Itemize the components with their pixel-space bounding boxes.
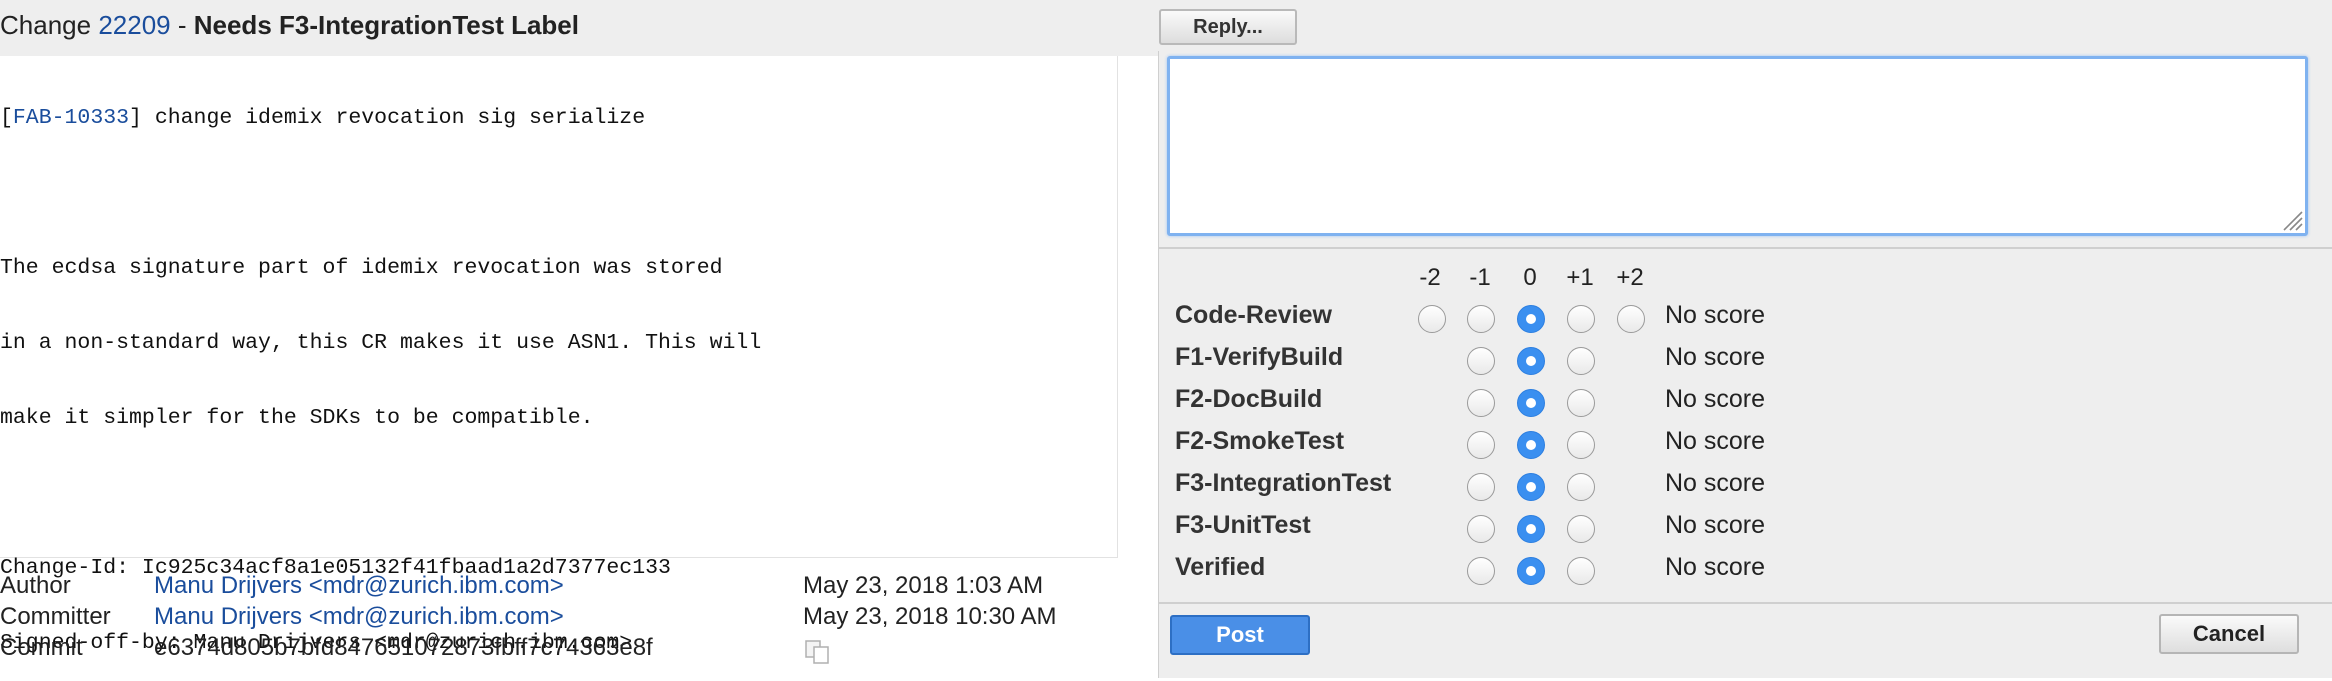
committer-row: Committer Manu Drijvers <mdr@zurich.ibm.… [0,603,1160,634]
commit-message-line [0,481,1117,506]
change-header: Change 22209 - Needs F3-IntegrationTest … [0,0,2332,56]
divider [1159,602,2332,604]
label-name: F3-IntegrationTest [1175,469,1392,497]
commit-label: Commit [0,634,83,661]
score-text: No score [1665,343,1766,371]
score-header-plus-2: +2 [1616,264,1644,291]
score-radio-zero[interactable] [1517,515,1545,543]
label-name: F2-SmokeTest [1175,427,1345,455]
committer-label: Committer [0,603,111,630]
change-status: Needs F3-IntegrationTest Label [193,10,579,40]
committer-link[interactable]: Manu Drijvers <mdr@zurich.ibm.com> [154,603,564,631]
bracket-open: [ [0,106,13,130]
score-radio-plus-1[interactable] [1567,431,1595,459]
label-name: F1-VerifyBuild [1175,343,1344,371]
author-date: May 23, 2018 1:03 AM [803,572,1044,599]
score-radio-minus-1[interactable] [1467,389,1495,417]
score-radio-plus-1[interactable] [1567,305,1595,333]
commit-row: Commit e6374d805b7bfd847651072873fbff7c7… [0,634,1160,665]
label-row: F1-VerifyBuild No score [1159,343,2332,385]
label-row: F3-IntegrationTest No score [1159,469,2332,511]
label-row: Code-Review No score [1159,301,2332,343]
score-radio-minus-1[interactable] [1467,515,1495,543]
score-radio-zero[interactable] [1517,347,1545,375]
commit-message-line: The ecdsa signature part of idemix revoc… [0,256,723,280]
score-radio-zero[interactable] [1517,473,1545,501]
post-button[interactable]: Post [1170,615,1310,655]
score-header-minus-1: -1 [1469,264,1491,291]
score-radio-minus-1[interactable] [1467,557,1495,585]
score-header-zero: 0 [1523,264,1537,291]
committer-date: May 23, 2018 10:30 AM [803,603,1057,630]
score-radio-zero[interactable] [1517,431,1545,459]
reply-popup: -2 -1 0 +1 +2 Code-Review No score F1-Veri… [1158,51,2332,678]
label-row: F2-SmokeTest No score [1159,427,2332,469]
score-radio-minus-1[interactable] [1467,473,1495,501]
score-radio-zero[interactable] [1517,305,1545,333]
score-header-plus-1: +1 [1566,264,1594,291]
divider [1159,247,2332,249]
change-number-link[interactable]: 22209 [98,10,170,40]
bug-link[interactable]: FAB-10333 [13,106,129,130]
commit-subject: ] change idemix revocation sig serialize [129,106,646,130]
page-title: Change 22209 - Needs F3-IntegrationTest … [0,10,579,40]
score-radio-plus-1[interactable] [1567,473,1595,501]
label-row: F2-DocBuild No score [1159,385,2332,427]
score-text: No score [1665,511,1766,539]
title-separator: - [170,10,194,40]
label-row: F3-UnitTest No score [1159,511,2332,553]
score-radio-minus-1[interactable] [1467,431,1495,459]
score-radio-plus-1[interactable] [1567,515,1595,543]
commit-message-line: make it simpler for the SDKs to be compa… [0,406,594,430]
label-name: Code-Review [1175,301,1332,329]
score-text: No score [1665,469,1766,497]
score-text: No score [1665,553,1766,581]
score-text: No score [1665,301,1766,329]
change-prefix: Change [0,10,99,40]
score-radio-minus-1[interactable] [1467,305,1495,333]
score-radio-plus-1[interactable] [1567,389,1595,417]
author-link[interactable]: Manu Drijvers <mdr@zurich.ibm.com> [154,572,564,600]
author-label: Author [0,572,71,599]
score-radio-plus-1[interactable] [1567,347,1595,375]
reply-message-input[interactable] [1167,56,2308,236]
score-radio-plus-2[interactable] [1617,305,1645,333]
commit-message-line [0,181,1117,206]
score-text: No score [1665,385,1766,413]
cancel-button[interactable]: Cancel [2159,614,2299,654]
label-name: F2-DocBuild [1175,385,1323,413]
score-header-minus-2: -2 [1419,264,1441,291]
reply-button[interactable]: Reply... [1159,9,1297,45]
copy-icon[interactable] [805,640,831,664]
score-radio-zero[interactable] [1517,389,1545,417]
score-radio-minus-2[interactable] [1418,305,1446,333]
commit-subject-line: [FAB-10333] change idemix revocation sig… [0,106,1117,131]
commit-message-line: in a non-standard way, this CR makes it … [0,331,762,355]
commit-message: [FAB-10333] change idemix revocation sig… [0,56,1118,655]
label-name: F3-UnitTest [1175,511,1311,539]
resize-grip-icon[interactable] [2280,208,2304,232]
score-radio-plus-1[interactable] [1567,557,1595,585]
label-row: Verified No score [1159,553,2332,595]
commit-hash: e6374d805b7bfd847651072873fbff7c74363e8f [154,634,653,661]
score-radio-minus-1[interactable] [1467,347,1495,375]
label-name: Verified [1175,553,1266,581]
author-row: Author Manu Drijvers <mdr@zurich.ibm.com… [0,572,1160,603]
score-text: No score [1665,427,1766,455]
score-radio-zero[interactable] [1517,557,1545,585]
